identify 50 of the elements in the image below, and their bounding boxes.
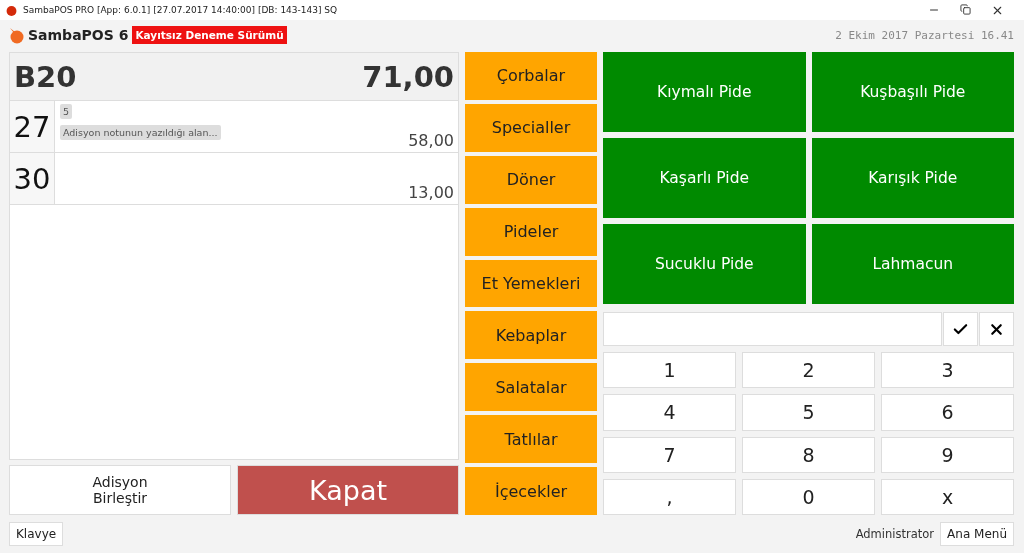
app-logo-icon bbox=[6, 4, 17, 16]
keypad-key[interactable]: 6 bbox=[881, 394, 1014, 431]
line-amount: 13,00 bbox=[408, 183, 454, 202]
keypad-key[interactable]: 0 bbox=[742, 478, 875, 515]
product-button[interactable]: Lahmacun bbox=[811, 224, 1014, 304]
category-button[interactable]: Pideler bbox=[465, 207, 597, 256]
line-quantity: 30 bbox=[10, 153, 55, 204]
confirm-button[interactable] bbox=[943, 312, 978, 346]
product-button[interactable]: Karışık Pide bbox=[811, 138, 1014, 218]
main-menu-button[interactable]: Ana Menü bbox=[940, 522, 1014, 546]
fruit-logo-icon bbox=[8, 26, 24, 44]
category-button[interactable]: Çorbalar bbox=[465, 52, 597, 100]
restore-icon[interactable] bbox=[960, 3, 971, 15]
clear-button[interactable] bbox=[979, 312, 1014, 346]
keypad-key[interactable]: 4 bbox=[603, 394, 736, 431]
ticket-total: 71,00 bbox=[362, 59, 454, 94]
line-tag: 5 bbox=[60, 104, 73, 119]
keypad-key[interactable]: 1 bbox=[603, 352, 736, 389]
date-time: 2 Ekim 2017 Pazartesi 16.41 bbox=[835, 28, 1014, 42]
keypad-key[interactable]: 8 bbox=[742, 436, 875, 473]
category-button[interactable]: Tatlılar bbox=[465, 415, 597, 464]
keypad-key[interactable]: 5 bbox=[742, 394, 875, 431]
table-name: B20 bbox=[14, 59, 77, 94]
product-button[interactable]: Sucuklu Pide bbox=[603, 224, 806, 304]
line-amount: 58,00 bbox=[408, 131, 454, 150]
category-button[interactable]: Kebaplar bbox=[465, 311, 597, 360]
close-ticket-button[interactable]: Kapat bbox=[237, 465, 459, 515]
input-field[interactable] bbox=[603, 312, 942, 346]
keypad-key[interactable]: , bbox=[603, 478, 736, 515]
window-title: SambaPOS PRO [App: 6.0.1] [27.07.2017 14:40:00] [DB: 143-143] SQ bbox=[23, 5, 339, 15]
category-button[interactable]: Et Yemekleri bbox=[465, 259, 597, 308]
keypad-key[interactable]: 7 bbox=[603, 436, 736, 473]
keypad-key[interactable]: 9 bbox=[881, 436, 1014, 473]
keypad-key[interactable]: 3 bbox=[881, 352, 1014, 389]
brand-name: SambaPOS 6 bbox=[28, 27, 129, 43]
category-button[interactable]: Döner bbox=[465, 155, 597, 204]
category-button[interactable]: Salatalar bbox=[465, 363, 597, 412]
category-button[interactable]: Specialler bbox=[465, 103, 597, 152]
keyboard-button[interactable]: Klavye bbox=[9, 522, 64, 546]
line-tag: Adisyon notunun yazıldığı alan... bbox=[60, 125, 221, 140]
category-button[interactable]: İçecekler bbox=[465, 467, 597, 515]
product-button[interactable]: Kıymalı Pide bbox=[603, 52, 806, 132]
trial-badge: Kayıtsız Deneme Sürümü bbox=[132, 26, 287, 44]
merge-ticket-button[interactable]: Adisyon Birleştir bbox=[9, 465, 231, 515]
user-name: Administrator bbox=[855, 527, 935, 541]
keypad-key[interactable]: 2 bbox=[742, 352, 875, 389]
keypad-key[interactable]: x bbox=[881, 478, 1014, 515]
line-quantity: 27 bbox=[10, 101, 55, 152]
product-button[interactable]: Kuşbaşılı Pide bbox=[811, 52, 1014, 132]
product-button[interactable]: Kaşarlı Pide bbox=[603, 138, 806, 218]
